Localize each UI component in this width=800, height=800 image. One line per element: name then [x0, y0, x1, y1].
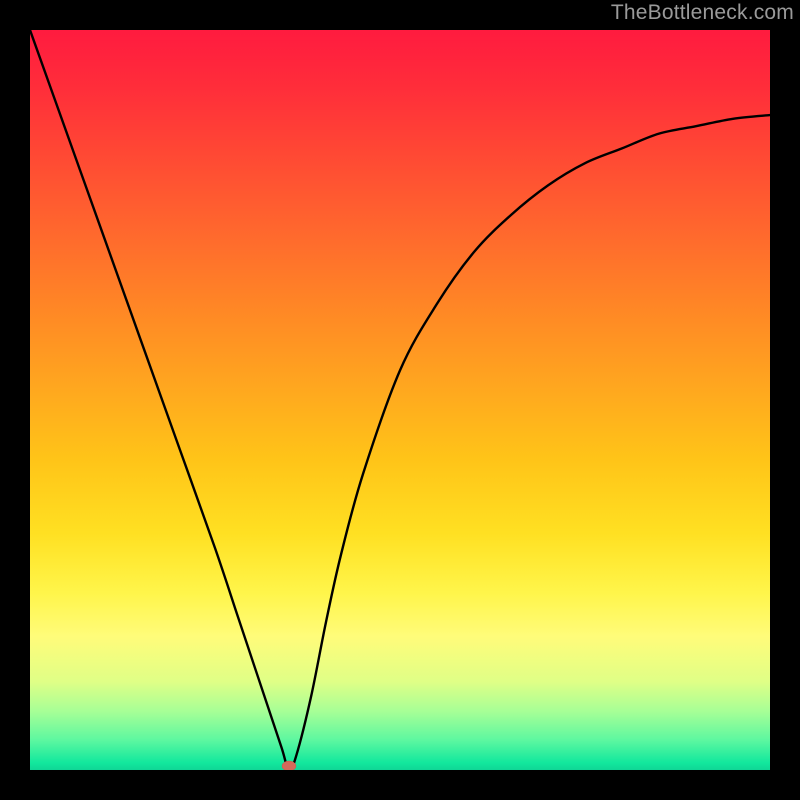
curve-layer: [30, 30, 770, 770]
watermark-text: TheBottleneck.com: [611, 1, 794, 25]
plot-area: [30, 30, 770, 770]
chart-frame: TheBottleneck.com: [0, 0, 800, 800]
bottleneck-curve: [30, 30, 770, 770]
minimum-marker: [282, 761, 296, 770]
